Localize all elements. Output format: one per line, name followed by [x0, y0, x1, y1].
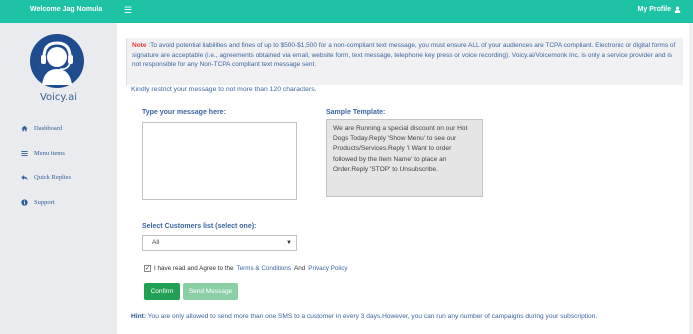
main-content: Note :To avoid potential liabilities and… — [117, 23, 693, 334]
sidebar-item-support[interactable]: Support — [21, 199, 55, 206]
my-profile-label: My Profile — [637, 6, 671, 13]
hint-label: Hint: — [131, 313, 147, 320]
reply-icon — [21, 175, 28, 181]
terms-link[interactable]: Terms & Conditions — [236, 265, 291, 272]
customers-selected-value: All — [152, 239, 160, 246]
info-icon — [21, 199, 28, 206]
privacy-link[interactable]: Privacy Policy — [308, 265, 347, 272]
agree-checkbox[interactable]: ✓ — [144, 265, 151, 272]
sidebar: Voicy.ai Dashboard Menu items Quick Repl… — [0, 23, 117, 334]
user-icon — [674, 6, 681, 13]
customers-select[interactable]: All ▼ — [142, 235, 297, 251]
char-limit-text: Kindly restrict your message to not more… — [131, 86, 317, 93]
sample-template-box: We are Running a special discount on our… — [326, 119, 483, 197]
top-bar: Welcome Jag Nomula ☰ My Profile — [0, 0, 693, 23]
hint-text: Hint: You are only allowed to send more … — [131, 313, 597, 320]
sidebar-item-quick-replies[interactable]: Quick Replies — [21, 174, 71, 181]
tcpa-note: Note :To avoid potential liabilities and… — [126, 38, 683, 85]
welcome-text: Welcome Jag Nomula — [30, 6, 103, 13]
message-input[interactable] — [142, 122, 297, 200]
sidebar-item-label: Dashboard — [34, 125, 63, 132]
agree-row: ✓ I have read and Agree to the Terms & C… — [144, 265, 348, 272]
send-message-button[interactable]: Send Message — [183, 283, 238, 300]
home-icon — [21, 125, 28, 132]
customers-label: Select Customers list (select one): — [142, 223, 257, 230]
hint-body: You are only allowed to send more than o… — [147, 313, 598, 320]
template-label: Sample Template: — [326, 109, 386, 116]
sidebar-item-label: Menu items — [34, 150, 65, 157]
confirm-button[interactable]: Confirm — [144, 283, 180, 300]
note-text: :To avoid potential liabilities and fine… — [132, 42, 676, 69]
sidebar-item-label: Quick Replies — [34, 174, 72, 181]
chevron-down-icon: ▼ — [286, 240, 292, 246]
page-scrollbar[interactable] — [689, 23, 693, 334]
message-label: Type your message here: — [142, 109, 226, 116]
sidebar-item-dashboard[interactable]: Dashboard — [21, 125, 62, 132]
sidebar-item-label: Support — [34, 199, 55, 206]
agree-prefix: I have read and Agree to the — [154, 265, 234, 272]
voicy-logo — [30, 34, 84, 88]
menu-toggle-icon[interactable]: ☰ — [124, 5, 132, 16]
sidebar-item-menu-items[interactable]: Menu items — [21, 150, 65, 157]
note-label: Note — [132, 42, 147, 49]
list-icon — [21, 151, 28, 157]
my-profile-link[interactable]: My Profile — [638, 6, 681, 13]
agree-and: And — [294, 265, 306, 272]
brand-name: Voicy.ai — [39, 92, 78, 103]
